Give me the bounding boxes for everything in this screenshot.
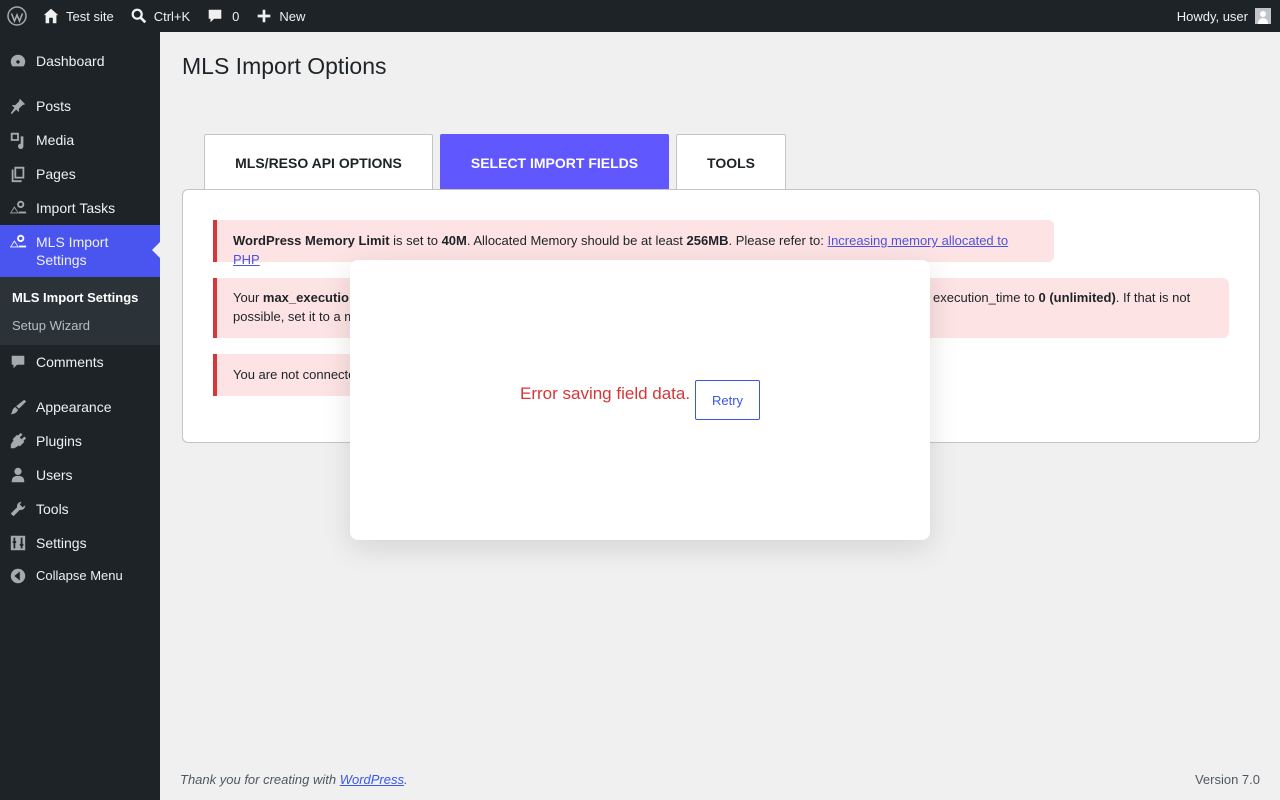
page-title: MLS Import Options	[182, 53, 387, 79]
sidebar-item-dashboard[interactable]: Dashboard	[0, 52, 160, 70]
user-icon	[0, 466, 36, 484]
sidebar-item-tools[interactable]: Tools	[0, 500, 160, 518]
retry-button[interactable]: Retry	[695, 380, 760, 420]
admin-sidebar: Dashboard Posts Media Pages Import Tasks…	[0, 32, 160, 800]
wordpress-logo-icon[interactable]	[0, 0, 34, 32]
mls-submenu: MLS Import Settings Setup Wizard	[0, 277, 160, 345]
sidebar-item-import-tasks[interactable]: Import Tasks	[0, 199, 160, 217]
search-shortcut: Ctrl+K	[153, 8, 191, 24]
submenu-item-setup-wizard[interactable]: Setup Wizard	[0, 312, 160, 340]
plus-icon	[258, 9, 271, 23]
brush-icon	[0, 398, 36, 416]
wordpress-link[interactable]: WordPress	[340, 772, 404, 787]
sidebar-item-mls-import-settings[interactable]: MLS Import Settings	[0, 225, 160, 277]
comments-count: 0	[232, 8, 240, 24]
sidebar-item-settings[interactable]: Settings	[0, 534, 160, 552]
comment-icon	[208, 9, 222, 23]
pages-icon	[0, 165, 36, 183]
memory-limit-notice: WordPress Memory Limit is set to 40M. Al…	[213, 220, 1054, 267]
wrench-icon	[0, 500, 36, 518]
howdy-text: Howdy, user	[1176, 8, 1248, 24]
dashboard-icon	[0, 52, 36, 70]
footer-thanks: Thank you for creating with WordPress.	[180, 772, 408, 787]
sidebar-item-posts[interactable]: Posts	[0, 97, 160, 115]
sidebar-item-plugins[interactable]: Plugins	[0, 432, 160, 450]
error-message: Error saving field data.	[520, 384, 691, 403]
sidebar-item-comments[interactable]: Comments	[0, 353, 160, 371]
tab-select-import-fields[interactable]: SELECT IMPORT FIELDS	[440, 134, 669, 190]
comments-link[interactable]: 0	[198, 0, 247, 32]
new-content-button[interactable]: New	[247, 0, 313, 32]
my-account[interactable]: Howdy, user	[1169, 0, 1280, 32]
admin-bar: Test site Ctrl+K 0 New Howdy, user	[0, 0, 1280, 32]
pin-icon	[0, 97, 36, 115]
footer-version: Version 7.0	[1194, 772, 1260, 787]
plug-icon	[0, 432, 36, 450]
collapse-icon	[0, 567, 36, 585]
search-icon	[131, 8, 146, 24]
new-label: New	[279, 8, 306, 24]
home-icon	[43, 8, 59, 24]
avatar	[1255, 8, 1271, 24]
house-icon	[0, 199, 36, 217]
site-name-link[interactable]: Test site	[34, 0, 122, 32]
sliders-icon	[0, 534, 36, 552]
house-icon	[0, 233, 36, 251]
sidebar-item-users[interactable]: Users	[0, 466, 160, 484]
comment-icon	[0, 353, 36, 371]
site-name: Test site	[66, 8, 114, 24]
error-modal: Error saving field data. Retry	[350, 260, 930, 540]
tab-tools[interactable]: TOOLS	[676, 134, 786, 190]
sidebar-item-media[interactable]: Media	[0, 131, 160, 149]
media-icon	[0, 131, 36, 149]
sidebar-item-pages[interactable]: Pages	[0, 165, 160, 183]
sidebar-item-appearance[interactable]: Appearance	[0, 398, 160, 416]
collapse-menu-button[interactable]: Collapse Menu	[0, 567, 160, 585]
command-palette-button[interactable]: Ctrl+K	[122, 0, 198, 32]
tab-mls-reso-api-options[interactable]: MLS/RESO API OPTIONS	[204, 134, 433, 190]
submenu-item-mls-import-settings[interactable]: MLS Import Settings	[0, 284, 160, 312]
